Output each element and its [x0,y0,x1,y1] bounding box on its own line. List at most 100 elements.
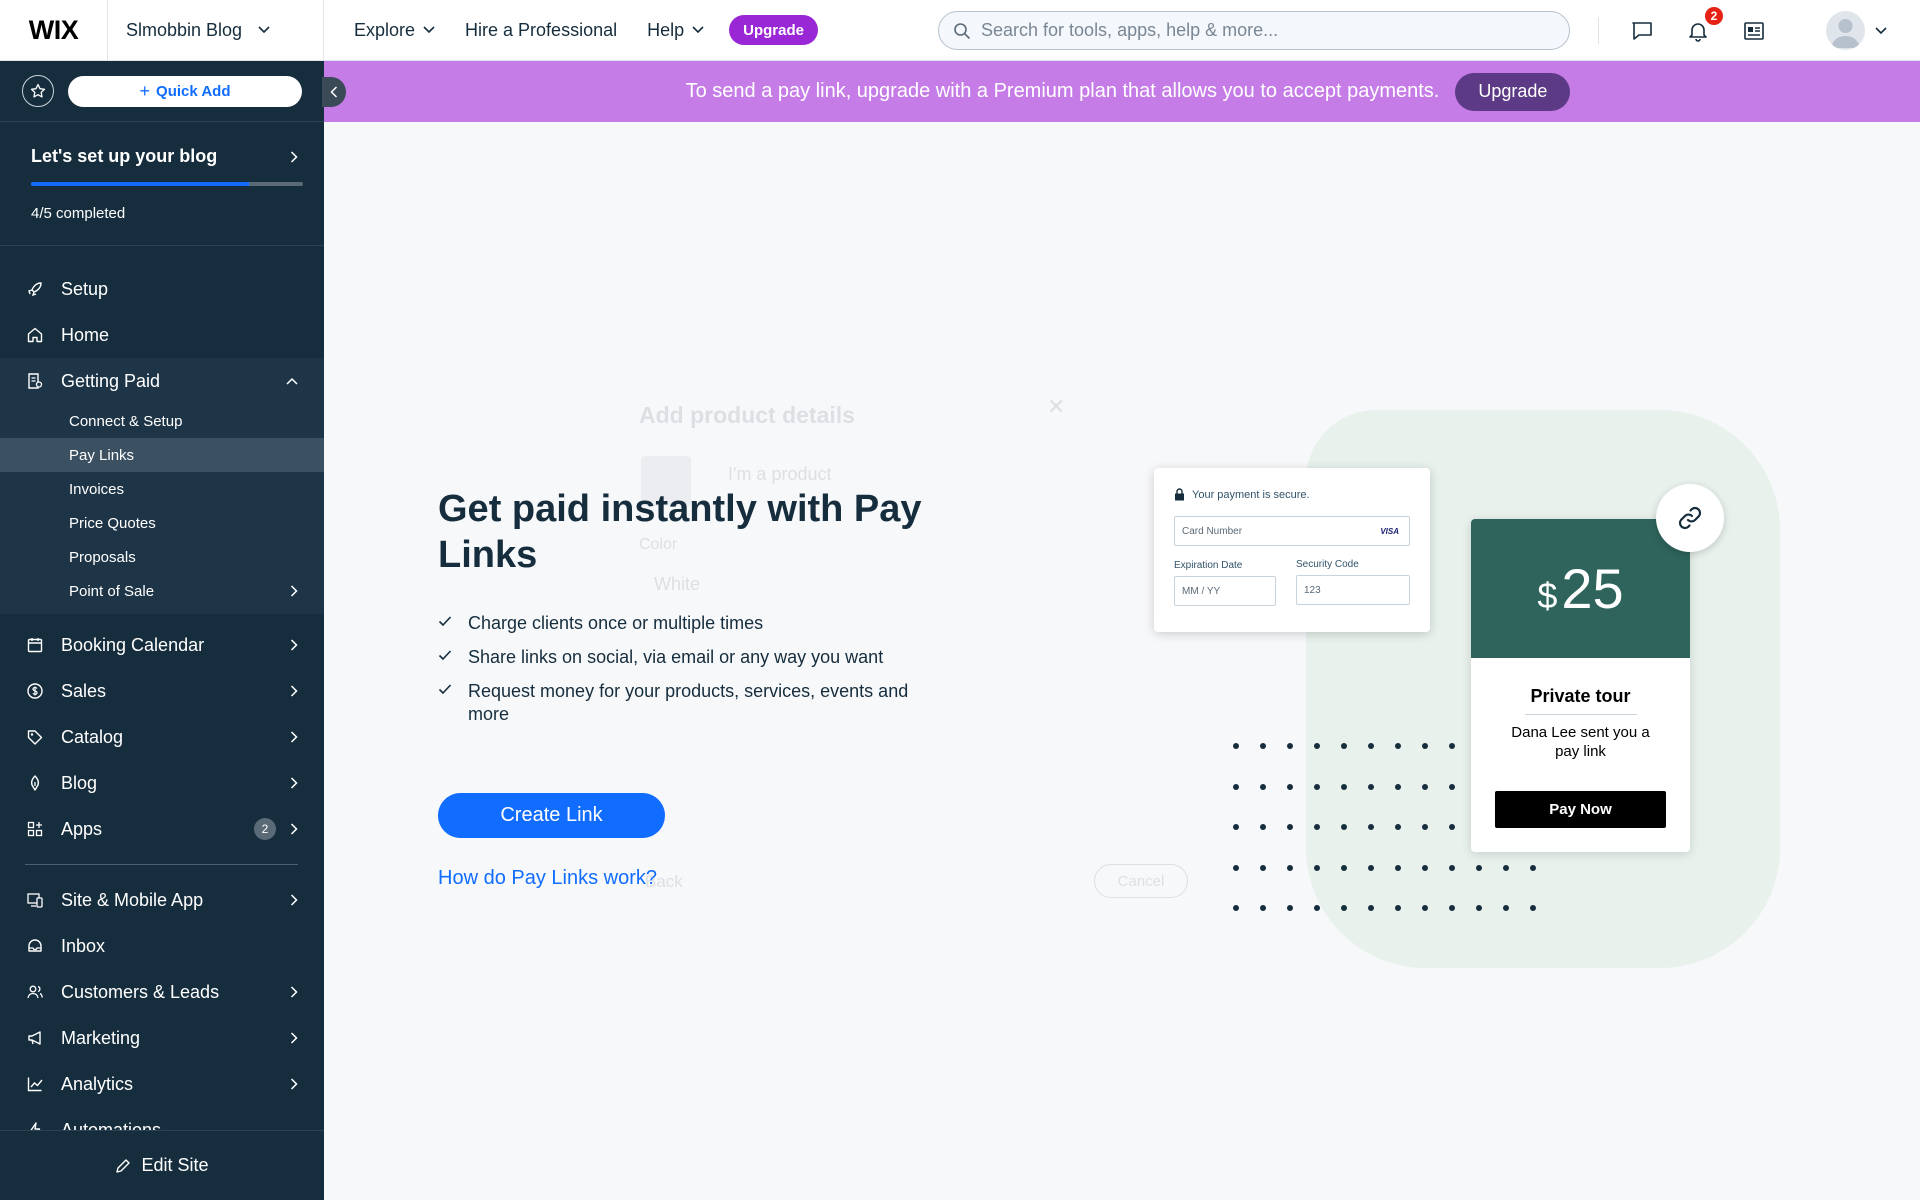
bell-icon[interactable]: 2 [1684,5,1725,45]
site-name: Slmobbin Blog [126,19,243,40]
chevron-right-icon [290,1078,298,1090]
decorative-dot [1260,783,1266,790]
lock-icon [1175,488,1184,501]
decorative-dot [1287,864,1293,871]
chevron-right-icon [290,1032,298,1044]
calendar-icon [25,635,45,655]
card-divider [1524,714,1637,715]
check-icon [438,683,456,695]
nav-help-label: Help [647,19,685,40]
decorative-dot [1368,743,1374,749]
setup-card-link[interactable]: Let's set up your blog [31,146,298,167]
sidebar-subitem-label: Connect & Setup [69,412,183,430]
decorative-dot [1395,864,1401,871]
decorative-dot [1503,905,1509,911]
price-header: $ 25 [1471,519,1690,658]
toolbar-divider [1598,17,1599,44]
decorative-dot [1287,743,1293,749]
chevron-right-icon [290,585,298,597]
decorative-dot [1260,743,1266,749]
ghost-title: Add product details [639,402,855,428]
sidebar-item-apps[interactable]: Apps 2 [0,806,324,852]
wix-logo[interactable]: WIX [0,0,108,61]
sidebar-item-booking-calendar[interactable]: Booking Calendar [0,622,324,668]
banner-upgrade-button[interactable]: Upgrade [1455,72,1571,111]
chevron-down-icon [258,26,270,34]
sidebar-item-label: Getting Paid [61,370,161,391]
favorites-star-button[interactable] [22,75,54,107]
edit-site-label: Edit Site [141,1155,209,1175]
chevron-down-icon [423,26,435,34]
feature-item: Share links on social, via email or any … [438,646,938,669]
sidebar-subitem-pay-links[interactable]: Pay Links [0,438,324,472]
feature-text: Share links on social, via email or any … [468,647,884,667]
sidebar-item-analytics[interactable]: Analytics [0,1061,324,1107]
chevron-left-icon [330,86,338,98]
devices-icon [25,890,45,910]
secure-text: Your payment is secure. [1192,488,1310,501]
how-pay-links-work-link[interactable]: How do Pay Links work? [438,867,657,890]
sidebar-subitem-price-quotes[interactable]: Price Quotes [0,506,324,540]
sidebar-subitem-connect-setup[interactable]: Connect & Setup [0,404,324,438]
sidebar-item-label: Apps [61,818,103,839]
quick-add-row: + Quick Add [0,61,324,122]
chat-icon[interactable] [1628,17,1656,45]
sidebar-item-label: Booking Calendar [61,634,205,655]
check-icon [438,649,456,661]
top-bar: WIX Slmobbin Blog Explore Hire a Profess… [0,0,1920,61]
sidebar-item-label: Customers & Leads [61,981,220,1002]
decorative-dot [1233,743,1239,749]
upgrade-button[interactable]: Upgrade [729,15,818,45]
search-input[interactable] [981,20,1541,41]
card-number-field: Card Number VISA [1174,516,1410,546]
site-switcher[interactable]: Slmobbin Blog [108,0,324,61]
sidebar-item-inbox[interactable]: Inbox [0,923,324,969]
nav-help[interactable]: Help [647,20,704,41]
sidebar-item-label: Blog [61,772,98,793]
decorative-dot [1530,864,1536,871]
chevron-right-icon [290,150,298,163]
search-bar[interactable] [938,11,1570,50]
news-icon[interactable] [1740,17,1768,45]
sidebar-item-label: Home [61,324,110,345]
tag-icon [25,727,45,747]
decorative-dot [1314,905,1320,911]
nav-explore[interactable]: Explore [354,20,435,41]
sidebar-item-catalog[interactable]: Catalog [0,714,324,760]
sidebar-item-blog[interactable]: Blog [0,760,324,806]
sidebar-item-getting-paid[interactable]: Getting Paid [0,358,324,404]
sidebar-subitem-point-of-sale[interactable]: Point of Sale [0,574,324,608]
quick-add-label: Quick Add [156,82,231,100]
edit-site-button[interactable]: Edit Site [0,1130,324,1200]
sidebar-item-home[interactable]: Home [0,312,324,358]
receipt-icon [25,371,45,391]
decorative-dot [1368,905,1374,911]
sidebar-item-marketing[interactable]: Marketing [0,1015,324,1061]
banner-message: To send a pay link, upgrade with a Premi… [685,80,1440,102]
decorative-dot [1422,905,1428,911]
sidebar: + Quick Add Let's set up your blog 4/5 c… [0,61,324,1200]
decorative-dot [1503,864,1509,871]
currency-symbol: $ [1537,574,1558,616]
sidebar-item-sales[interactable]: Sales [0,668,324,714]
decorative-dot [1341,743,1347,749]
avatar [1826,11,1865,50]
chevron-down-icon [1875,26,1887,35]
sidebar-item-site-mobile-app[interactable]: Site & Mobile App [0,877,324,923]
decorative-dot [1233,864,1239,871]
sidebar-item-label: Catalog [61,726,124,747]
sidebar-item-customers-leads[interactable]: Customers & Leads [0,969,324,1015]
create-link-button[interactable]: Create Link [438,793,665,838]
pay-link-card: $ 25 Private tour Dana Lee sent you a pa… [1471,519,1690,852]
sidebar-subitem-invoices[interactable]: Invoices [0,472,324,506]
nav-hire-professional[interactable]: Hire a Professional [465,20,617,41]
sidebar-subitem-proposals[interactable]: Proposals [0,540,324,574]
quick-add-button[interactable]: + Quick Add [68,75,302,107]
account-menu[interactable] [1826,11,1887,50]
getting-paid-section: Getting Paid Connect & Setup Pay Links I… [0,358,324,614]
decorative-dot [1341,824,1347,830]
decorative-dot [1260,824,1266,830]
setup-title: Let's set up your blog [31,146,218,166]
expiration-label: Expiration Date [1174,560,1243,571]
sidebar-item-setup[interactable]: Setup [0,266,324,312]
